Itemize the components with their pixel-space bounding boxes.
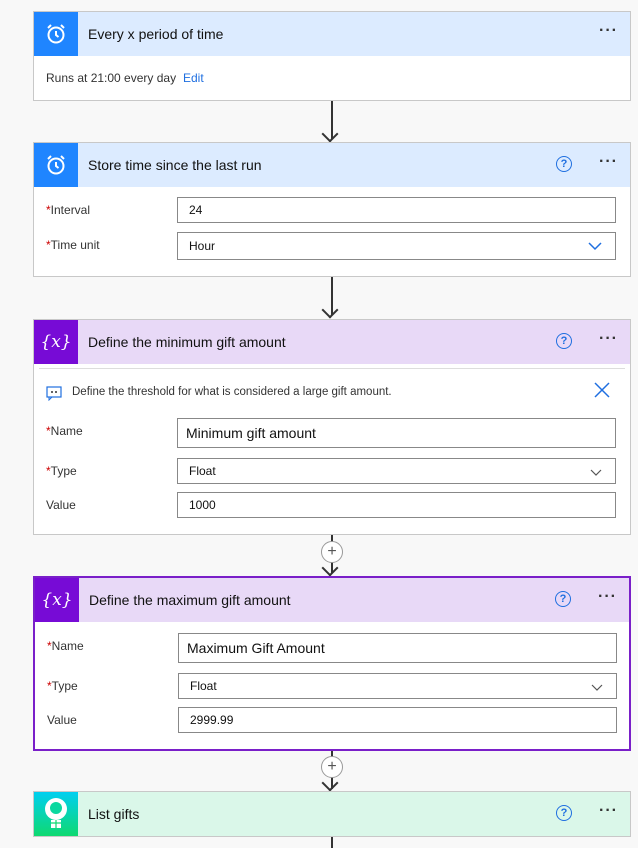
help-icon[interactable]: ?	[556, 333, 572, 349]
card-title: Define the maximum gift amount	[89, 592, 291, 608]
close-icon[interactable]	[594, 382, 610, 401]
card-header[interactable]: Every x period of time ···	[34, 12, 630, 56]
field-label: *Type	[47, 679, 78, 693]
insert-step-button[interactable]: +	[321, 756, 343, 778]
variable-icon: {x}	[34, 320, 78, 364]
variable-icon: {x}	[35, 578, 79, 622]
time-unit-select[interactable]: Hour	[177, 232, 616, 260]
type-select[interactable]: Float	[177, 458, 616, 484]
field-label: *Type	[46, 464, 77, 478]
help-icon[interactable]: ?	[556, 156, 572, 172]
arrow-head-icon	[321, 301, 339, 319]
schedule-summary: Runs at 21:00 every day	[46, 71, 177, 85]
field-label: *Interval	[46, 203, 91, 217]
value-input[interactable]: 1000	[177, 492, 616, 518]
card-title: Define the minimum gift amount	[88, 334, 286, 350]
comment-icon	[46, 386, 62, 404]
field-label: Value	[46, 498, 76, 512]
insert-step-button[interactable]: +	[321, 541, 343, 563]
help-icon[interactable]: ?	[555, 591, 571, 607]
alarm-clock-icon	[34, 12, 78, 56]
card-header[interactable]: {x} Define the maximum gift amount ? ···	[35, 578, 629, 622]
name-input[interactable]: Maximum Gift Amount	[178, 633, 617, 663]
trigger-card[interactable]: Every x period of time ··· Runs at 21:00…	[33, 11, 631, 101]
field-label: *Time unit	[46, 238, 100, 252]
help-icon[interactable]: ?	[556, 805, 572, 821]
arrow-head-icon	[321, 125, 339, 143]
field-label: *Name	[46, 424, 83, 438]
name-input[interactable]: Minimum gift amount	[177, 418, 616, 448]
gift-person-icon	[34, 792, 78, 836]
max-variable-card[interactable]: {x} Define the maximum gift amount ? ···…	[33, 576, 631, 751]
more-options-button[interactable]: ···	[599, 330, 618, 348]
type-select[interactable]: Float	[178, 673, 617, 699]
connector-arrow	[331, 837, 333, 848]
field-label: Value	[47, 713, 77, 727]
comment-text: Define the threshold for what is conside…	[72, 386, 392, 398]
delay-card[interactable]: Store time since the last run ? ··· *Int…	[33, 142, 631, 277]
more-options-button[interactable]: ···	[599, 802, 618, 820]
card-title: Store time since the last run	[88, 157, 262, 173]
interval-input[interactable]: 24	[177, 197, 616, 223]
field-label: *Name	[47, 639, 84, 653]
card-header[interactable]: {x} Define the minimum gift amount ? ···	[34, 320, 630, 364]
card-title: Every x period of time	[88, 26, 224, 42]
more-options-button[interactable]: ···	[599, 153, 618, 171]
card-title: List gifts	[88, 806, 140, 822]
chevron-down-icon	[590, 678, 604, 702]
min-variable-card[interactable]: {x} Define the minimum gift amount ? ···…	[33, 319, 631, 535]
list-gifts-card[interactable]: List gifts ? ···	[33, 791, 631, 837]
edit-link[interactable]: Edit	[183, 71, 204, 85]
card-header[interactable]: List gifts ? ···	[34, 792, 630, 836]
alarm-clock-icon	[34, 143, 78, 187]
chevron-down-icon	[589, 463, 603, 487]
more-options-button[interactable]: ···	[599, 22, 618, 40]
chevron-down-icon	[587, 237, 603, 263]
card-header[interactable]: Store time since the last run ? ···	[34, 143, 630, 187]
value-input[interactable]: 2999.99	[178, 707, 617, 733]
more-options-button[interactable]: ···	[598, 588, 617, 606]
